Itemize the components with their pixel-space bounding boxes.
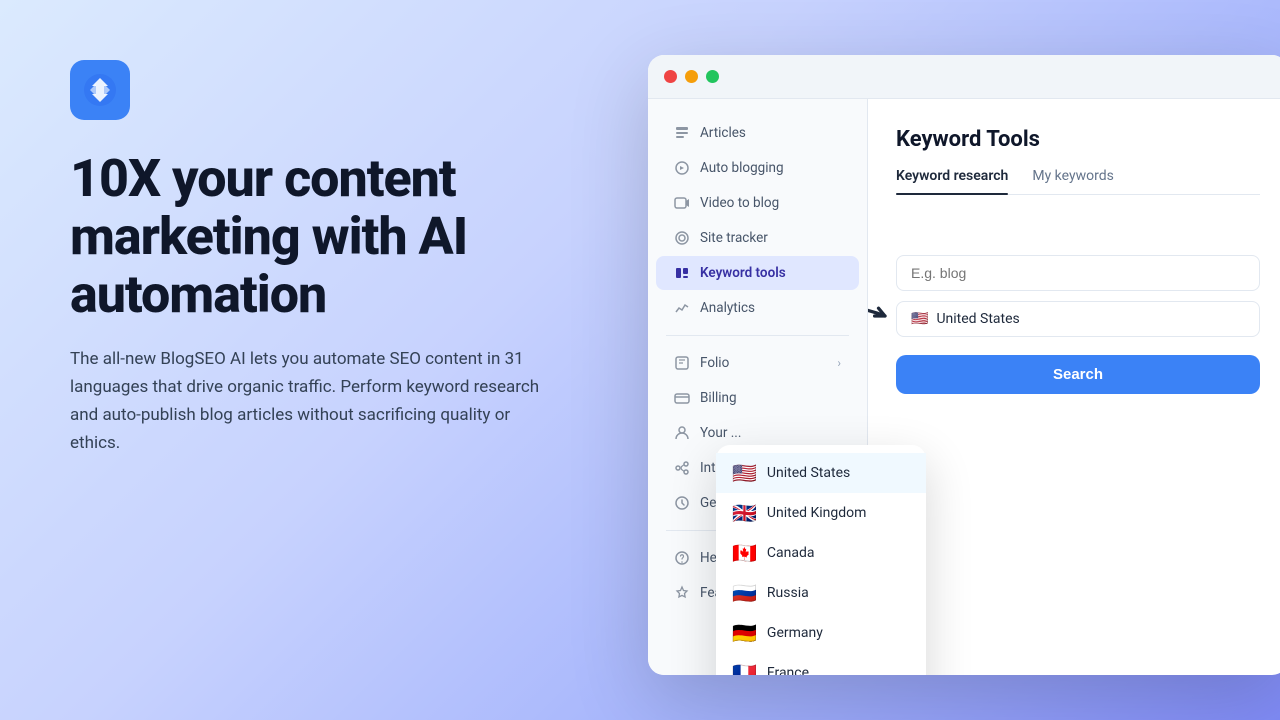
search-button[interactable]: Search [896, 355, 1260, 394]
page-headline: 10X your content marketing with AI autom… [70, 150, 550, 325]
dropdown-item-uk[interactable]: 🇬🇧 United Kingdom [716, 493, 926, 533]
dropdown-item-us[interactable]: 🇺🇸 United States [716, 453, 926, 493]
russia-flag-icon: 🇷🇺 [732, 583, 757, 603]
dropdown-item-canada[interactable]: 🇨🇦 Canada [716, 533, 926, 573]
page-subtext: The all-new BlogSEO AI lets you automate… [70, 345, 550, 457]
dropdown-item-france[interactable]: 🇫🇷 France [716, 653, 926, 675]
sidebar-item-articles[interactable]: Articles [656, 116, 859, 150]
sidebar-item-billing[interactable]: Billing [656, 381, 859, 415]
browser-titlebar [648, 55, 1280, 99]
selected-country-display[interactable]: 🇺🇸 United States [896, 301, 1260, 337]
sidebar-item-keyword-tools[interactable]: Keyword tools [656, 256, 859, 290]
sidebar-divider-1 [666, 335, 849, 336]
traffic-light-yellow[interactable] [685, 70, 698, 83]
us-flag-icon: 🇺🇸 [732, 463, 757, 483]
dropdown-item-germany[interactable]: 🇩🇪 Germany [716, 613, 926, 653]
tab-keyword-research[interactable]: Keyword research [896, 168, 1008, 194]
arrow-annotation [868, 277, 898, 355]
us-flag-icon: 🇺🇸 [911, 311, 928, 327]
keyword-search-input[interactable] [896, 255, 1260, 291]
sidebar-item-folio[interactable]: Folio › [656, 346, 859, 380]
tab-my-keywords[interactable]: My keywords [1032, 168, 1113, 194]
sidebar-item-tracker[interactable]: Site tracker [656, 221, 859, 255]
uk-flag-icon: 🇬🇧 [732, 503, 757, 523]
page-title: Keyword Tools [896, 127, 1260, 152]
main-content: Keyword Tools Keyword research My keywor… [868, 99, 1280, 675]
tabs-container: Keyword research My keywords [896, 168, 1260, 195]
sidebar-item-video[interactable]: Video to blog [656, 186, 859, 220]
germany-flag-icon: 🇩🇪 [732, 623, 757, 643]
left-section: 10X your content marketing with AI autom… [0, 0, 620, 720]
country-dropdown: 🇺🇸 United States 🇬🇧 United Kingdom 🇨🇦 Ca… [716, 445, 926, 675]
search-area: 🇺🇸 United States Search [896, 255, 1260, 394]
app-logo [70, 60, 130, 120]
traffic-light-red[interactable] [664, 70, 677, 83]
sidebar-item-analytics[interactable]: Analytics [656, 291, 859, 325]
traffic-light-green[interactable] [706, 70, 719, 83]
folio-arrow-icon: › [837, 356, 841, 370]
canada-flag-icon: 🇨🇦 [732, 543, 757, 563]
sidebar-item-auto-blogging[interactable]: Auto blogging [656, 151, 859, 185]
france-flag-icon: 🇫🇷 [732, 663, 757, 675]
dropdown-item-russia[interactable]: 🇷🇺 Russia [716, 573, 926, 613]
browser-window: Articles Auto blogging Video to blog Sit… [648, 55, 1280, 675]
